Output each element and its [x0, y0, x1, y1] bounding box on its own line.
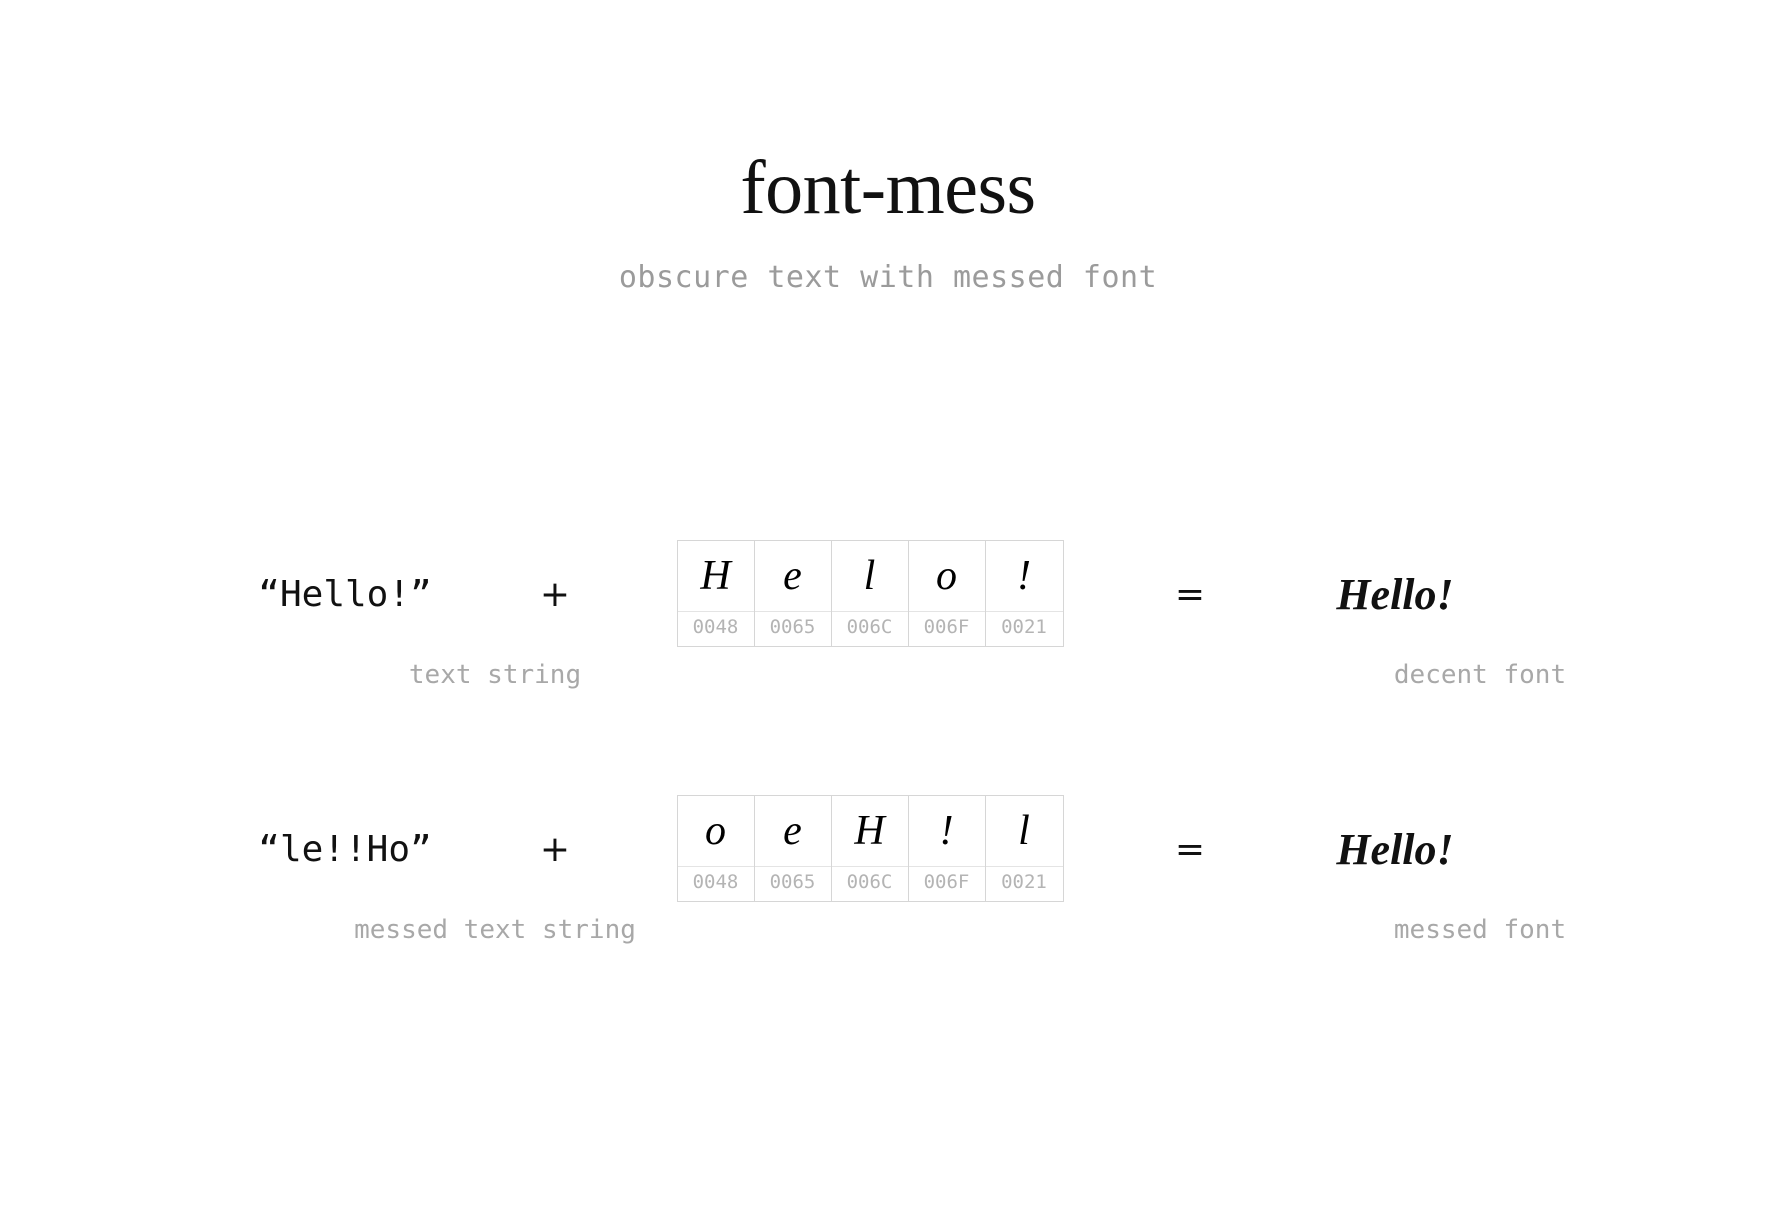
glyph-codepoint: 006F [908, 611, 985, 646]
messed-text-string-value: “le!!Ho” [258, 829, 432, 870]
messed-text-string-column: “le!!Ho” messed text string [150, 795, 636, 945]
messed-result-value: Hello! [1336, 825, 1454, 874]
equation-row-messed: “le!!Ho” messed text string + o 0048 e 0… [0, 795, 1776, 995]
glyph-char: ! [1017, 553, 1031, 599]
glyph-char: l [863, 553, 876, 599]
result-value: Hello! [1336, 570, 1454, 619]
glyph-char: H [854, 808, 885, 854]
glyph-cell: ! 006F [908, 796, 986, 901]
glyph-table-column-messed: o 0048 e 0065 H 006C ! 006F l 0021 messe… [610, 795, 1566, 945]
result-column-messed: Hello! looks normal :) [1185, 795, 1605, 905]
glyph-codepoint: 006C [831, 611, 908, 646]
text-string-value: “Hello!” [258, 574, 432, 615]
glyph-char: e [783, 553, 802, 599]
glyph-cell: o 0048 [677, 796, 755, 901]
glyph-char: l [1018, 808, 1030, 854]
glyph-cell: o 006F [908, 541, 986, 646]
glyph-cell: e 0065 [754, 796, 832, 901]
equation-row-decent: “Hello!” text string + H 0048 e 0065 l 0… [0, 540, 1776, 740]
plus-operator: + [539, 829, 571, 870]
glyph-codepoint: 0065 [754, 866, 831, 901]
font-mess-page: font-mess obscure text with messed font … [0, 0, 1776, 1220]
glyph-codepoint: 006C [831, 866, 908, 901]
plus-operator: + [539, 574, 571, 615]
result-column-decent: Hello! what you see [1185, 540, 1605, 650]
glyph-char: H [700, 553, 731, 599]
glyph-cell: e 0065 [754, 541, 832, 646]
glyph-char: e [783, 808, 802, 854]
glyph-codepoint: 0048 [677, 611, 754, 646]
plus-operator-column: + [505, 795, 605, 905]
glyph-char: o [936, 553, 957, 599]
glyph-cell: l 0021 [985, 796, 1063, 901]
page-title: font-mess [740, 146, 1036, 230]
glyph-cell: H 006C [831, 796, 909, 901]
glyph-cell: ! 0021 [985, 541, 1063, 646]
glyph-cell: l 006C [831, 541, 909, 646]
glyph-codepoint: 0021 [985, 866, 1063, 901]
text-string-column: “Hello!” text string [150, 540, 581, 690]
glyph-codepoint: 0065 [754, 611, 831, 646]
glyph-char: ! [939, 808, 954, 854]
glyph-table-messed: o 0048 e 0065 H 006C ! 006F l 0021 [676, 795, 1064, 902]
glyph-codepoint: 0048 [677, 866, 754, 901]
glyph-table-column-decent: H 0048 e 0065 l 006C o 006F ! 0021 decen… [610, 540, 1566, 690]
messed-glyph-table-caption: messed font [1393, 915, 1567, 945]
page-subtitle: obscure text with messed font [618, 260, 1158, 295]
glyph-table-caption: decent font [1393, 660, 1567, 690]
page-header: font-mess obscure text with messed font [0, 150, 1776, 295]
glyph-char: o [705, 808, 726, 854]
glyph-codepoint: 0021 [985, 611, 1063, 646]
glyph-codepoint: 006F [908, 866, 985, 901]
glyph-table-decent: H 0048 e 0065 l 006C o 006F ! 0021 [676, 540, 1064, 647]
text-string-caption: text string [408, 660, 582, 690]
plus-operator-column: + [505, 540, 605, 650]
messed-text-string-caption: messed text string [354, 915, 636, 945]
glyph-cell: H 0048 [677, 541, 755, 646]
